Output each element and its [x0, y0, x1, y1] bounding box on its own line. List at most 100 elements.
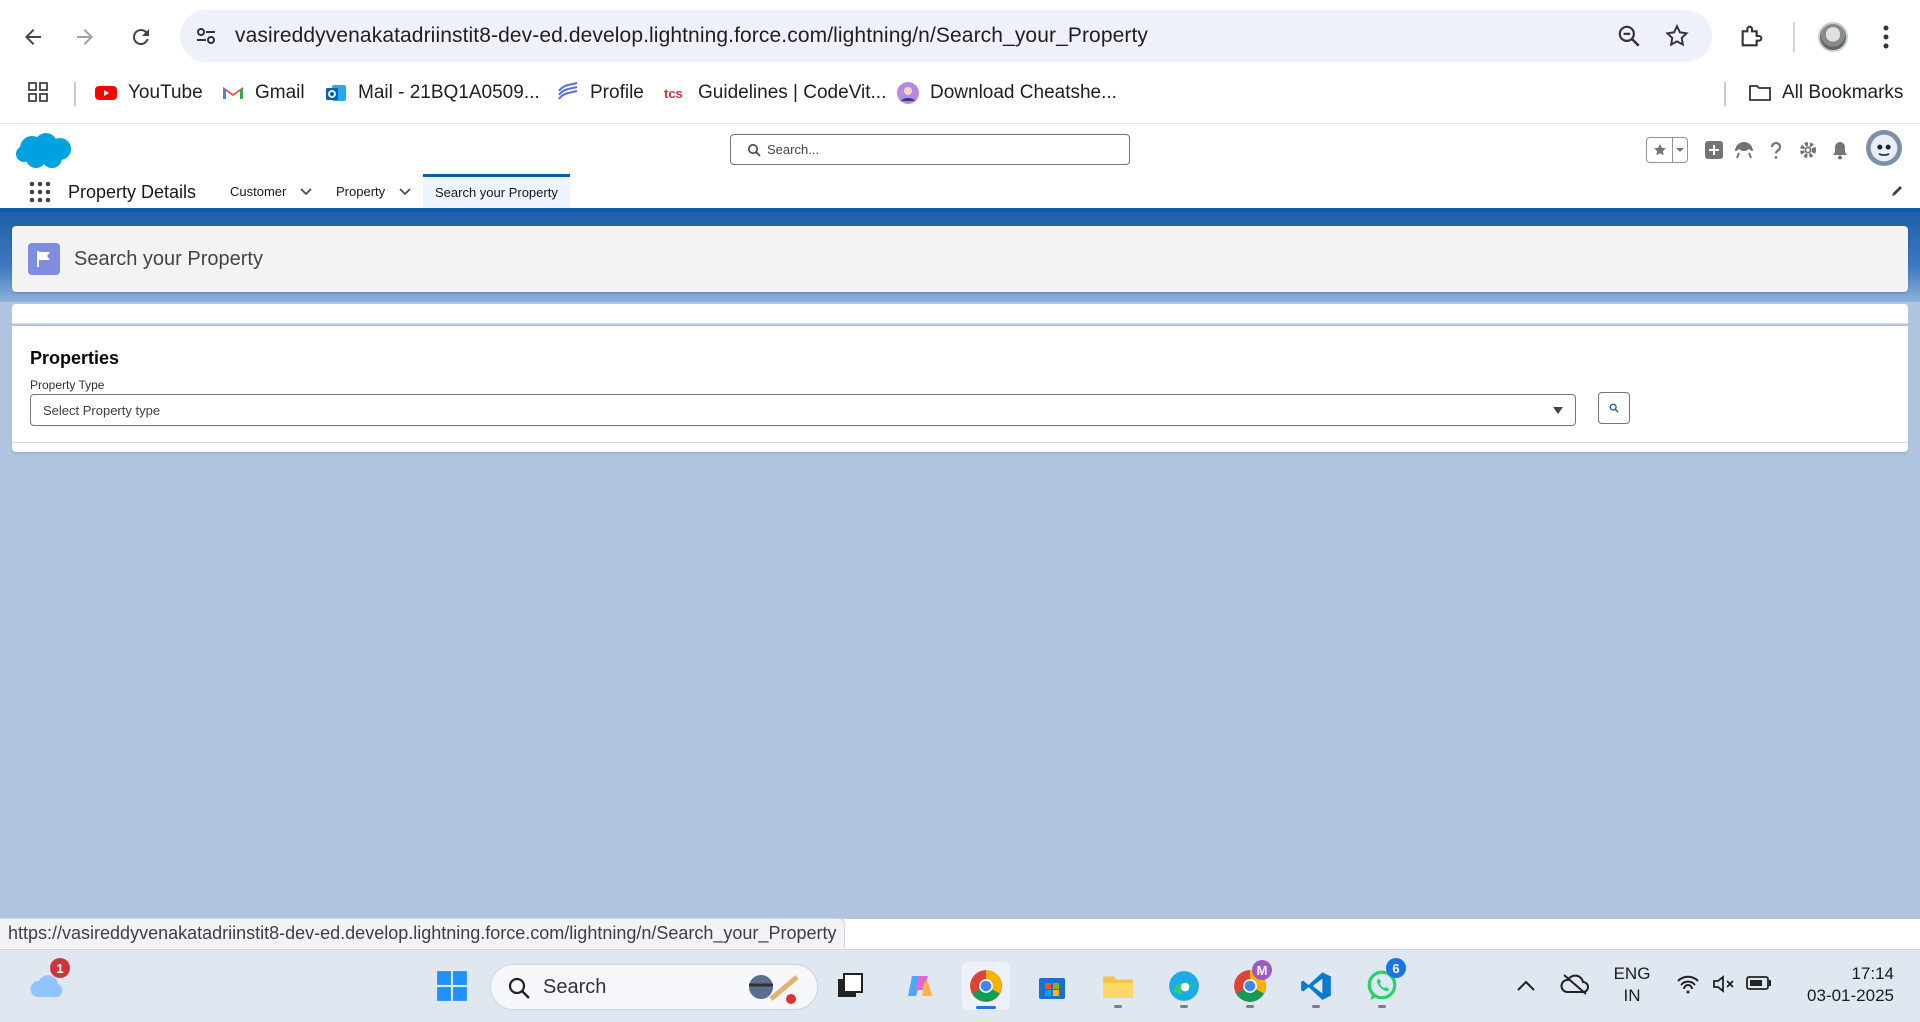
profile-badge: M — [1252, 960, 1272, 980]
all-bookmarks[interactable]: All Bookmarks — [1748, 78, 1903, 108]
tcs-icon: tcs — [664, 81, 688, 105]
help-icon[interactable] — [1764, 138, 1788, 162]
flag-icon — [28, 243, 60, 275]
active-indicator — [976, 1006, 996, 1009]
search-icon — [748, 144, 761, 157]
address-bar[interactable]: vasireddyvenakatadriinstit8-dev-ed.devel… — [180, 10, 1712, 62]
volume-muted-icon[interactable] — [1712, 974, 1736, 994]
edit-nav-pencil-icon[interactable] — [1890, 184, 1904, 198]
chevron-down-icon[interactable] — [1673, 138, 1687, 162]
youtube-icon — [94, 81, 118, 105]
favorites-button[interactable] — [1646, 137, 1688, 163]
clock[interactable]: 17:14 03-01-2025 — [1794, 963, 1894, 1007]
astro-avatar-icon — [1870, 134, 1898, 162]
user-avatar[interactable] — [1866, 130, 1902, 166]
bookmarks-divider — [1724, 82, 1726, 106]
link-status-bar: https://vasireddyvenakatadriinstit8-dev-… — [0, 918, 846, 948]
app-launcher-icon[interactable] — [28, 180, 52, 204]
global-actions-icon[interactable] — [1702, 138, 1726, 162]
svg-text:tcs: tcs — [664, 86, 683, 101]
onedrive-offline-icon[interactable] — [1560, 972, 1590, 996]
apps-grid-icon[interactable] — [26, 80, 50, 104]
edge-icon — [1169, 971, 1199, 1001]
running-indicator — [1180, 1005, 1188, 1008]
properties-card: Properties Property Type Select Property… — [12, 326, 1908, 452]
card-divider — [12, 442, 1908, 443]
bookmark-gmail[interactable]: Gmail — [221, 78, 305, 108]
battery-icon[interactable] — [1746, 975, 1772, 991]
forward-button[interactable] — [66, 18, 104, 56]
star-icon[interactable] — [1647, 138, 1673, 162]
whatsapp-app[interactable]: 6 — [1358, 958, 1406, 1010]
windows-start-icon — [437, 971, 467, 1001]
reload-icon — [132, 29, 149, 46]
bookmark-youtube[interactable]: YouTube — [94, 78, 203, 108]
taskbar-search[interactable]: Search — [490, 964, 818, 1010]
file-explorer-app[interactable] — [1094, 962, 1142, 1010]
page-header: Search your Property — [12, 226, 1908, 292]
arrow-right-icon — [77, 29, 93, 45]
tab-search-your-property[interactable]: Search your Property — [423, 174, 570, 208]
notifications-bell-icon[interactable] — [1828, 138, 1852, 162]
browser-toolbar: vasireddyvenakatadriinstit8-dev-ed.devel… — [0, 0, 1920, 123]
dropdown-arrow-icon[interactable] — [1553, 407, 1563, 415]
bookmark-cheatsheet[interactable]: Download Cheatshe... — [896, 78, 1117, 108]
wifi-icon[interactable] — [1676, 974, 1700, 994]
vscode-icon — [1301, 972, 1331, 1000]
tab-customer[interactable]: Customer — [230, 174, 312, 208]
copilot-app[interactable] — [896, 962, 944, 1010]
chevron-up-icon[interactable] — [1516, 978, 1536, 992]
extensions-icon[interactable] — [1738, 22, 1766, 50]
task-view-icon — [838, 973, 863, 997]
profile-avatar[interactable] — [1818, 22, 1848, 52]
trailhead-icon[interactable] — [1732, 138, 1756, 162]
cricket-highlight-icon — [749, 975, 799, 1004]
chevron-down-icon[interactable] — [300, 185, 312, 197]
page-title: Search your Property — [74, 247, 263, 270]
running-indicator — [1246, 1005, 1254, 1008]
property-type-combobox[interactable]: Select Property type — [30, 394, 1576, 426]
zoom-icon[interactable] — [1616, 23, 1642, 49]
global-search-box[interactable] — [730, 134, 1130, 165]
reload-button[interactable] — [122, 18, 160, 56]
vscode-app[interactable] — [1292, 962, 1340, 1010]
folder-icon — [1103, 976, 1133, 998]
task-view-button[interactable] — [826, 962, 874, 1010]
bookmark-profile[interactable]: Profile — [556, 78, 644, 108]
search-property-button[interactable] — [1598, 392, 1630, 424]
gmail-icon — [221, 81, 245, 105]
chevron-down-icon[interactable] — [399, 185, 411, 197]
card-header-strip — [12, 304, 1908, 324]
gear-icon[interactable] — [1796, 138, 1820, 162]
language-indicator[interactable]: ENG IN — [1612, 963, 1652, 1007]
back-button[interactable] — [14, 18, 52, 56]
main-content: Search your Property Properties Property… — [0, 212, 1920, 919]
microsoft-store-app[interactable] — [1028, 962, 1076, 1010]
windows-taskbar: 1 Search M 6 ENG IN 17:14 03-01-2025 — [0, 949, 1920, 1022]
chrome-profile-app[interactable]: M — [1226, 960, 1274, 1010]
weather-widget[interactable]: 1 — [24, 958, 72, 1010]
site-info-icon[interactable] — [194, 24, 218, 48]
running-indicator — [1114, 1005, 1122, 1008]
search-icon — [508, 977, 530, 999]
chrome-app[interactable] — [962, 962, 1010, 1010]
start-button[interactable] — [428, 962, 476, 1010]
url-text[interactable]: vasireddyvenakatadriinstit8-dev-ed.devel… — [235, 24, 1148, 48]
bookmark-guidelines[interactable]: tcs Guidelines | CodeVit... — [664, 78, 886, 108]
edge-app[interactable] — [1160, 962, 1208, 1010]
card-title: Properties — [30, 348, 120, 368]
search-icon — [1609, 403, 1619, 413]
global-search-input[interactable] — [767, 142, 1107, 157]
outlook-icon — [324, 81, 348, 105]
app-name: Property Details — [68, 182, 197, 202]
avatar-icon — [896, 81, 920, 105]
salesforce-logo[interactable] — [14, 130, 74, 172]
toolbar-divider — [1793, 22, 1795, 52]
bookmark-mail[interactable]: Mail - 21BQ1A0509... — [324, 78, 540, 108]
running-indicator — [1312, 1005, 1320, 1008]
more-menu-icon[interactable] — [1876, 20, 1896, 54]
copilot-icon — [908, 976, 932, 996]
tab-property[interactable]: Property — [336, 174, 411, 208]
app-navigation-bar: Property Details Customer Property Searc… — [0, 174, 1920, 212]
bookmark-star-icon[interactable] — [1664, 23, 1690, 49]
